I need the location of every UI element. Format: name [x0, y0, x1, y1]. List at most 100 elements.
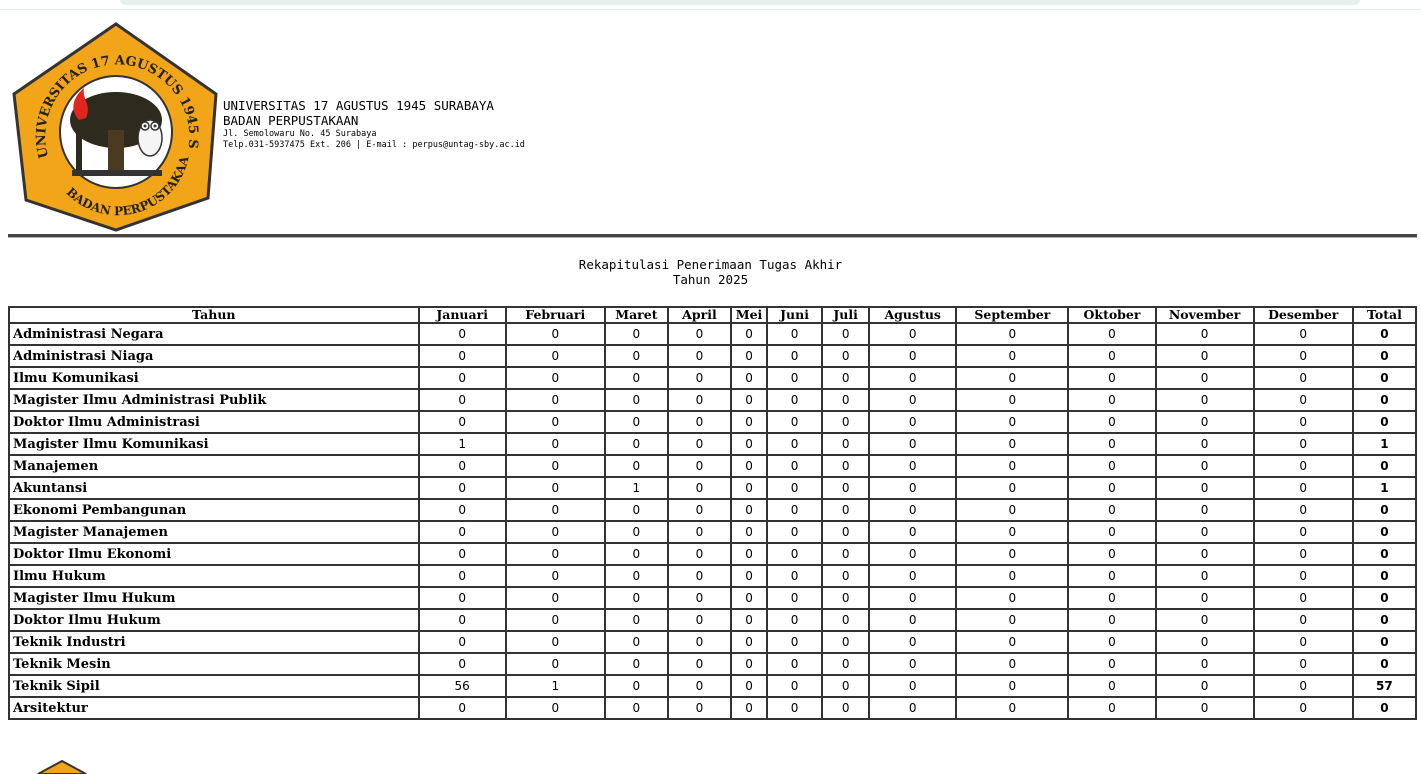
- total-cell: 57: [1351, 674, 1418, 698]
- total-cell: 0: [1351, 630, 1418, 654]
- month-count-cell: 0: [955, 564, 1070, 588]
- month-count-cell: 0: [504, 388, 606, 412]
- month-count-cell: 0: [666, 586, 732, 610]
- total-cell: 1: [1351, 476, 1418, 500]
- month-count-cell: 0: [1252, 608, 1354, 632]
- month-count-cell: 0: [955, 476, 1070, 500]
- month-count-cell: 0: [955, 498, 1070, 522]
- month-count-cell: 0: [1067, 652, 1157, 676]
- month-count-cell: 0: [417, 388, 507, 412]
- total-cell: 0: [1351, 344, 1418, 368]
- month-count-cell: 0: [868, 652, 958, 676]
- column-header-februari: Februari: [504, 306, 606, 324]
- month-count-cell: 0: [603, 388, 669, 412]
- month-count-cell: 0: [955, 652, 1070, 676]
- month-count-cell: 0: [1067, 410, 1157, 434]
- month-count-cell: 0: [766, 652, 824, 676]
- browser-top-strip: [0, 0, 1421, 10]
- month-count-cell: 0: [1154, 674, 1255, 698]
- university-logo: UNIVERSITAS 17 AGUSTUS 1945 SURABAYA BAD…: [12, 22, 218, 232]
- month-count-cell: 0: [1067, 454, 1157, 478]
- total-cell: 0: [1351, 410, 1418, 434]
- month-count-cell: 0: [666, 630, 732, 654]
- month-count-cell: 0: [1154, 344, 1255, 368]
- month-count-cell: 0: [868, 498, 958, 522]
- table-row: Doktor Ilmu Ekonomi 0 0 0 0 0 0 0 0 0 0 0 0 0: [8, 542, 1418, 566]
- month-count-cell: 0: [729, 498, 769, 522]
- total-cell: 0: [1351, 366, 1418, 390]
- month-count-cell: 0: [666, 608, 732, 632]
- column-header-agustus: Agustus: [868, 306, 958, 324]
- month-count-cell: 0: [729, 586, 769, 610]
- total-cell: 0: [1351, 586, 1418, 610]
- month-count-cell: 0: [766, 608, 824, 632]
- month-count-cell: 0: [729, 520, 769, 544]
- month-count-cell: 0: [1067, 542, 1157, 566]
- month-count-cell: 0: [729, 608, 769, 632]
- month-count-cell: 0: [1154, 454, 1255, 478]
- month-count-cell: 0: [955, 344, 1070, 368]
- month-count-cell: 0: [766, 586, 824, 610]
- column-header-total: Total: [1351, 306, 1418, 324]
- total-cell: 0: [1351, 542, 1418, 566]
- month-count-cell: 0: [1067, 322, 1157, 346]
- month-count-cell: 0: [603, 652, 669, 676]
- month-count-cell: 0: [1252, 366, 1354, 390]
- browser-tab-edge: [120, 0, 1360, 5]
- column-header-maret: Maret: [603, 306, 669, 324]
- table-header-row: Tahun Januari Februari Maret April Mei Juni Jul…: [8, 306, 1418, 324]
- program-name-cell: Doktor Ilmu Ekonomi: [8, 542, 420, 566]
- total-cell: 0: [1351, 520, 1418, 544]
- month-count-cell: 0: [766, 322, 824, 346]
- month-count-cell: 0: [1252, 410, 1354, 434]
- column-header-tahun: Tahun: [8, 306, 420, 324]
- table-row: Manajemen 0 0 0 0 0 0 0 0 0 0 0 0 0: [8, 454, 1418, 478]
- month-count-cell: 0: [955, 696, 1070, 720]
- table-row: Akuntansi 0 0 1 0 0 0 0 0 0 0 0 0 1: [8, 476, 1418, 500]
- month-count-cell: 0: [1067, 366, 1157, 390]
- month-count-cell: 0: [666, 564, 732, 588]
- month-count-cell: 56: [417, 674, 507, 698]
- total-cell: 0: [1351, 454, 1418, 478]
- month-count-cell: 0: [729, 344, 769, 368]
- table-row: Ekonomi Pembangunan 0 0 0 0 0 0 0 0 0 0 0 0 0: [8, 498, 1418, 522]
- month-count-cell: 0: [1154, 586, 1255, 610]
- month-count-cell: 0: [603, 520, 669, 544]
- month-count-cell: 0: [1154, 696, 1255, 720]
- month-count-cell: 0: [821, 520, 871, 544]
- month-count-cell: 0: [1252, 432, 1354, 456]
- program-name-cell: Magister Ilmu Komunikasi: [8, 432, 420, 456]
- month-count-cell: 0: [1154, 542, 1255, 566]
- month-count-cell: 0: [868, 344, 958, 368]
- month-count-cell: 0: [868, 454, 958, 478]
- month-count-cell: 0: [504, 520, 606, 544]
- month-count-cell: 0: [729, 476, 769, 500]
- month-count-cell: 0: [504, 630, 606, 654]
- month-count-cell: 0: [504, 498, 606, 522]
- table-row: Administrasi Negara 0 0 0 0 0 0 0 0 0 0 0 0 0: [8, 322, 1418, 346]
- month-count-cell: 0: [729, 388, 769, 412]
- table-row: Ilmu Hukum 0 0 0 0 0 0 0 0 0 0 0 0 0: [8, 564, 1418, 588]
- month-count-cell: 0: [1252, 454, 1354, 478]
- column-header-november: November: [1154, 306, 1255, 324]
- month-count-cell: 0: [1252, 652, 1354, 676]
- month-count-cell: 0: [729, 410, 769, 434]
- month-count-cell: 0: [1067, 498, 1157, 522]
- month-count-cell: 0: [955, 366, 1070, 390]
- month-count-cell: 0: [868, 322, 958, 346]
- month-count-cell: 0: [729, 366, 769, 390]
- month-count-cell: 0: [603, 498, 669, 522]
- month-count-cell: 0: [821, 322, 871, 346]
- month-count-cell: 0: [868, 608, 958, 632]
- month-count-cell: 0: [868, 520, 958, 544]
- month-count-cell: 0: [955, 520, 1070, 544]
- month-count-cell: 0: [666, 476, 732, 500]
- program-name-cell: Administrasi Niaga: [8, 344, 420, 368]
- month-count-cell: 0: [868, 630, 958, 654]
- program-name-cell: Ekonomi Pembangunan: [8, 498, 420, 522]
- month-count-cell: 0: [1154, 432, 1255, 456]
- month-count-cell: 0: [955, 454, 1070, 478]
- month-count-cell: 0: [666, 410, 732, 434]
- month-count-cell: 0: [504, 344, 606, 368]
- total-cell: 0: [1351, 388, 1418, 412]
